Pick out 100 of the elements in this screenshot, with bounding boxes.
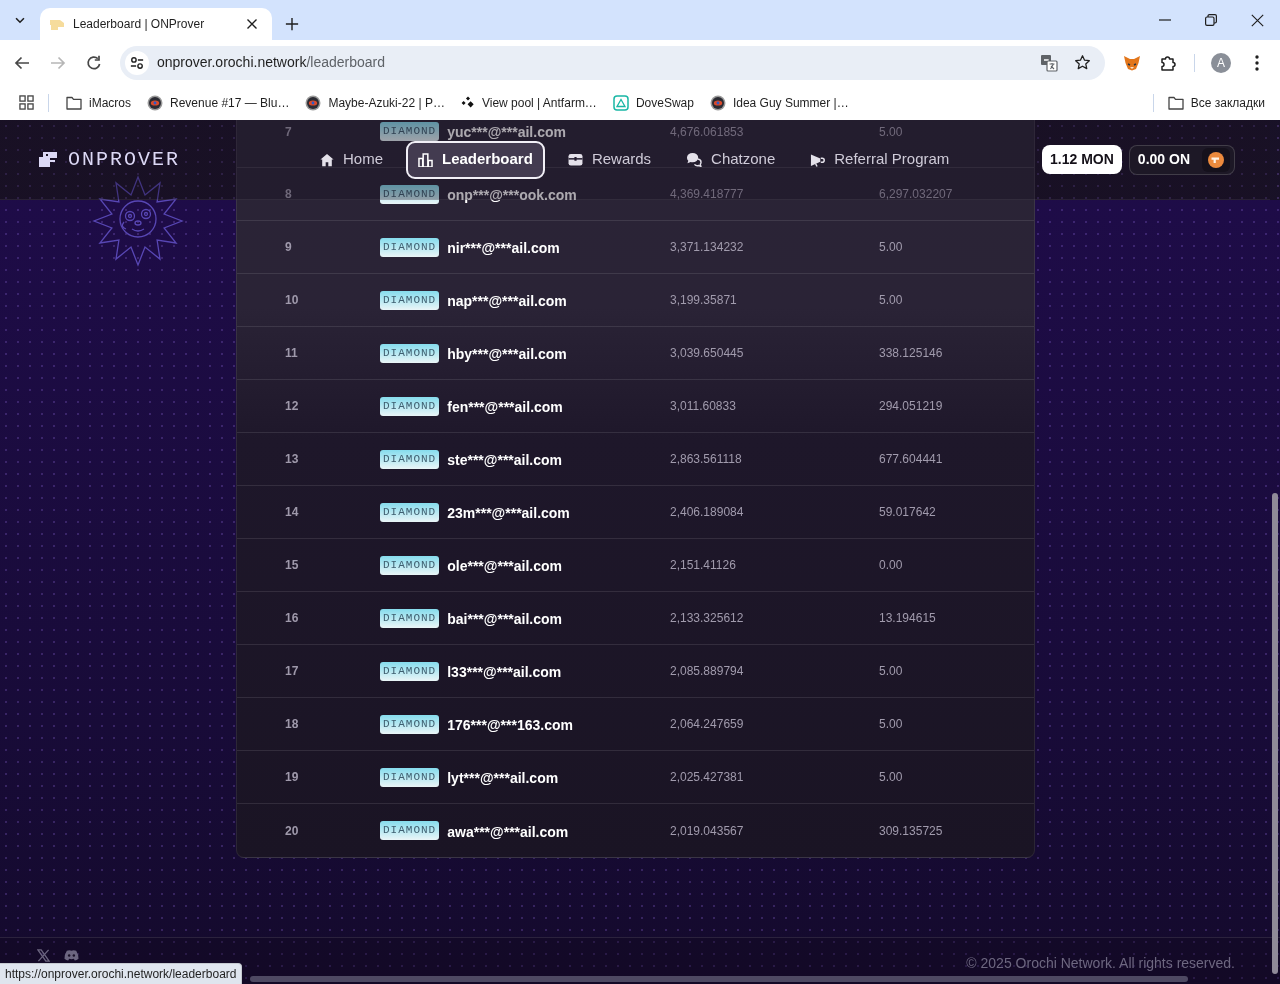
rank-text: 20 bbox=[285, 822, 299, 840]
amount-text: 2,025.427381 bbox=[670, 769, 744, 786]
user-email: awa***@***ail.com bbox=[447, 822, 569, 842]
amount-text: 2,064.247659 bbox=[670, 716, 744, 733]
bookmark-link[interactable]: View pool | Antfarm… bbox=[452, 88, 605, 117]
orb-favicon-icon bbox=[147, 94, 163, 111]
bookmark-link[interactable]: Maybe-Azuki-22 | P… bbox=[297, 88, 453, 117]
tier-badge: DIAMOND bbox=[380, 449, 440, 469]
amount-text: 338.125146 bbox=[879, 345, 943, 362]
amount-text: 0.00 bbox=[879, 557, 903, 574]
forward-arrow-icon bbox=[50, 54, 66, 71]
bookmark-link[interactable]: Revenue #17 — Blu… bbox=[139, 88, 298, 117]
rank-text: 13 bbox=[285, 451, 299, 468]
rank-text: 11 bbox=[285, 345, 298, 362]
sliders-icon bbox=[130, 55, 144, 70]
wallet-balance-button[interactable]: 1.12 MON bbox=[1042, 145, 1122, 174]
tile-favicon-icon bbox=[612, 94, 629, 111]
user-email: onp***@***ook.com bbox=[447, 186, 577, 205]
amount-text: 309.135725 bbox=[879, 822, 943, 840]
rank-text: 12 bbox=[285, 398, 299, 415]
horizontal-scrollbar-thumb[interactable] bbox=[250, 976, 1188, 982]
amount-text: 3,371.134232 bbox=[670, 239, 744, 256]
bookmark-link[interactable]: Idea Guy Summer |… bbox=[701, 88, 857, 117]
amount-text: 5.00 bbox=[879, 239, 903, 256]
user-email: 23m***@***ail.com bbox=[447, 504, 570, 523]
podium-icon bbox=[418, 152, 433, 167]
user-email: ste***@***ail.com bbox=[447, 451, 563, 470]
all-bookmarks-link[interactable]: Все закладки bbox=[1159, 88, 1280, 117]
orb-favicon-icon bbox=[709, 94, 726, 111]
user-email: l33***@***ail.com bbox=[447, 663, 562, 682]
tab-title: Leaderboard | ONProver bbox=[73, 16, 206, 33]
x-logo-icon[interactable] bbox=[37, 949, 50, 962]
rank-text: 15 bbox=[285, 557, 299, 574]
rank-text: 18 bbox=[285, 716, 299, 733]
home-icon bbox=[320, 152, 334, 167]
close-icon bbox=[246, 18, 258, 30]
folder-icon bbox=[66, 95, 82, 110]
nav-tab[interactable]: Leaderboard bbox=[406, 140, 545, 179]
tier-badge: DIAMOND bbox=[380, 343, 440, 363]
site-logo-text[interactable]: ONPROVER bbox=[68, 144, 180, 175]
close-icon bbox=[1250, 13, 1264, 27]
back-arrow-icon bbox=[14, 54, 30, 71]
reload-icon bbox=[86, 54, 102, 71]
tier-badge: DIAMOND bbox=[380, 608, 440, 628]
tier-badge: DIAMOND bbox=[380, 290, 440, 310]
tier-badge: DIAMOND bbox=[380, 502, 440, 522]
amount-text: 2,151.41126 bbox=[670, 557, 736, 574]
star-icon bbox=[1073, 54, 1091, 71]
bookmark-link[interactable]: DoveSwap bbox=[604, 88, 702, 117]
amount-text: 2,085.889794 bbox=[670, 663, 744, 680]
megaphone-icon bbox=[810, 152, 826, 167]
amount-text: 2,406.189084 bbox=[670, 504, 744, 521]
dino-logo-icon bbox=[38, 151, 59, 168]
token-balance-button[interactable]: 0.00 ON bbox=[1128, 144, 1235, 175]
tier-badge: DIAMOND bbox=[380, 237, 440, 257]
discord-logo-icon[interactable] bbox=[64, 949, 79, 961]
amount-text: 5.00 bbox=[879, 125, 903, 139]
user-email: 176***@***163.com bbox=[447, 716, 573, 735]
orb-favicon-icon bbox=[305, 94, 322, 111]
user-email: bai***@***ail.com bbox=[447, 610, 563, 629]
vertical-scrollbar-thumb[interactable] bbox=[1272, 493, 1278, 974]
rank-text: 7 bbox=[285, 125, 292, 139]
user-email: lyt***@***ail.com bbox=[447, 769, 559, 788]
user-email: yuc***@***ail.com bbox=[447, 124, 566, 140]
rank-text: 10 bbox=[285, 292, 299, 309]
browser-tab[interactable]: Leaderboard | ONProver bbox=[40, 8, 272, 40]
amount-text: 4,369.418777 bbox=[670, 186, 744, 203]
apps-grid-icon bbox=[18, 95, 34, 110]
tier-badge: DIAMOND bbox=[380, 555, 440, 575]
tier-badge: DIAMOND bbox=[380, 184, 440, 204]
amount-text: 6,297.032207 bbox=[879, 186, 953, 203]
tier-badge: DIAMOND bbox=[380, 661, 440, 681]
rank-text: 14 bbox=[285, 504, 299, 521]
nav-tab[interactable]: Chatzone bbox=[674, 140, 788, 179]
rank-text: 9 bbox=[285, 239, 292, 256]
amount-text: 294.051219 bbox=[879, 398, 943, 415]
fox-icon bbox=[1123, 54, 1141, 71]
rank-text: 19 bbox=[285, 769, 299, 786]
rank-text: 8 bbox=[285, 186, 292, 203]
site-info-button[interactable] bbox=[125, 50, 149, 75]
user-email: hby***@***ail.com bbox=[447, 345, 567, 364]
amount-text: 3,039.650445 bbox=[670, 345, 744, 362]
amount-text: 677.604441 bbox=[879, 451, 943, 468]
tier-badge: DIAMOND bbox=[380, 122, 440, 141]
address-bar[interactable]: onprover.orochi.network/leaderboard bbox=[120, 45, 1105, 80]
tier-badge: DIAMOND bbox=[380, 767, 440, 787]
kebab-menu-icon bbox=[1255, 54, 1259, 71]
minimize-icon bbox=[1159, 19, 1171, 21]
user-email: nap***@***ail.com bbox=[447, 292, 567, 311]
url-text[interactable]: onprover.orochi.network/leaderboard bbox=[157, 52, 386, 73]
amount-text: 59.017642 bbox=[879, 504, 936, 521]
translate-icon bbox=[1040, 53, 1058, 72]
amount-text: 3,011.60833 bbox=[670, 398, 736, 415]
user-email: nir***@***ail.com bbox=[447, 239, 560, 258]
amount-text: 2,133.325612 bbox=[670, 610, 744, 627]
link-status-bubble: https://onprover.orochi.network/leaderboard bbox=[0, 963, 243, 984]
amount-text: 2,863.561118 bbox=[670, 451, 742, 468]
bookmark-link[interactable]: iMacros bbox=[58, 88, 139, 117]
nav-tab[interactable]: Home bbox=[308, 140, 395, 179]
nav-tab[interactable]: Referral Program bbox=[798, 140, 962, 179]
